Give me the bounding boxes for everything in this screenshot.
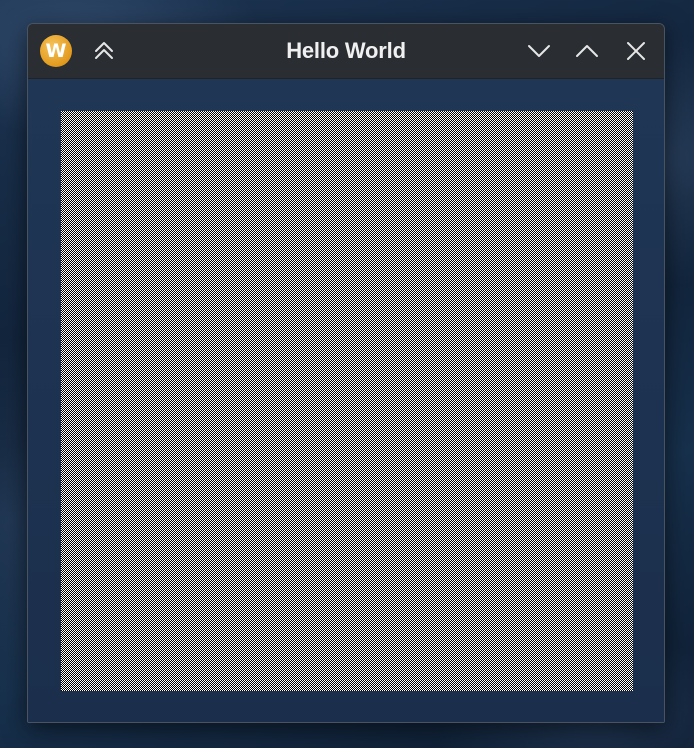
app-icon-letter: W bbox=[45, 39, 67, 62]
close-button[interactable] bbox=[622, 37, 650, 65]
checkerboard-canvas[interactable] bbox=[61, 111, 633, 691]
maximize-button[interactable] bbox=[573, 37, 601, 65]
shade-button[interactable] bbox=[90, 37, 118, 65]
close-icon bbox=[627, 42, 645, 60]
chevron-up-icon bbox=[576, 45, 598, 57]
app-icon[interactable]: W bbox=[40, 35, 72, 67]
window-content bbox=[28, 79, 664, 722]
chevron-down-icon bbox=[528, 45, 550, 57]
chevron-double-up-icon bbox=[95, 42, 113, 59]
titlebar[interactable]: W Hello World bbox=[28, 24, 664, 79]
minimize-button[interactable] bbox=[525, 37, 553, 65]
window-title: Hello World bbox=[286, 38, 406, 63]
application-window[interactable]: W Hello World bbox=[27, 23, 665, 723]
